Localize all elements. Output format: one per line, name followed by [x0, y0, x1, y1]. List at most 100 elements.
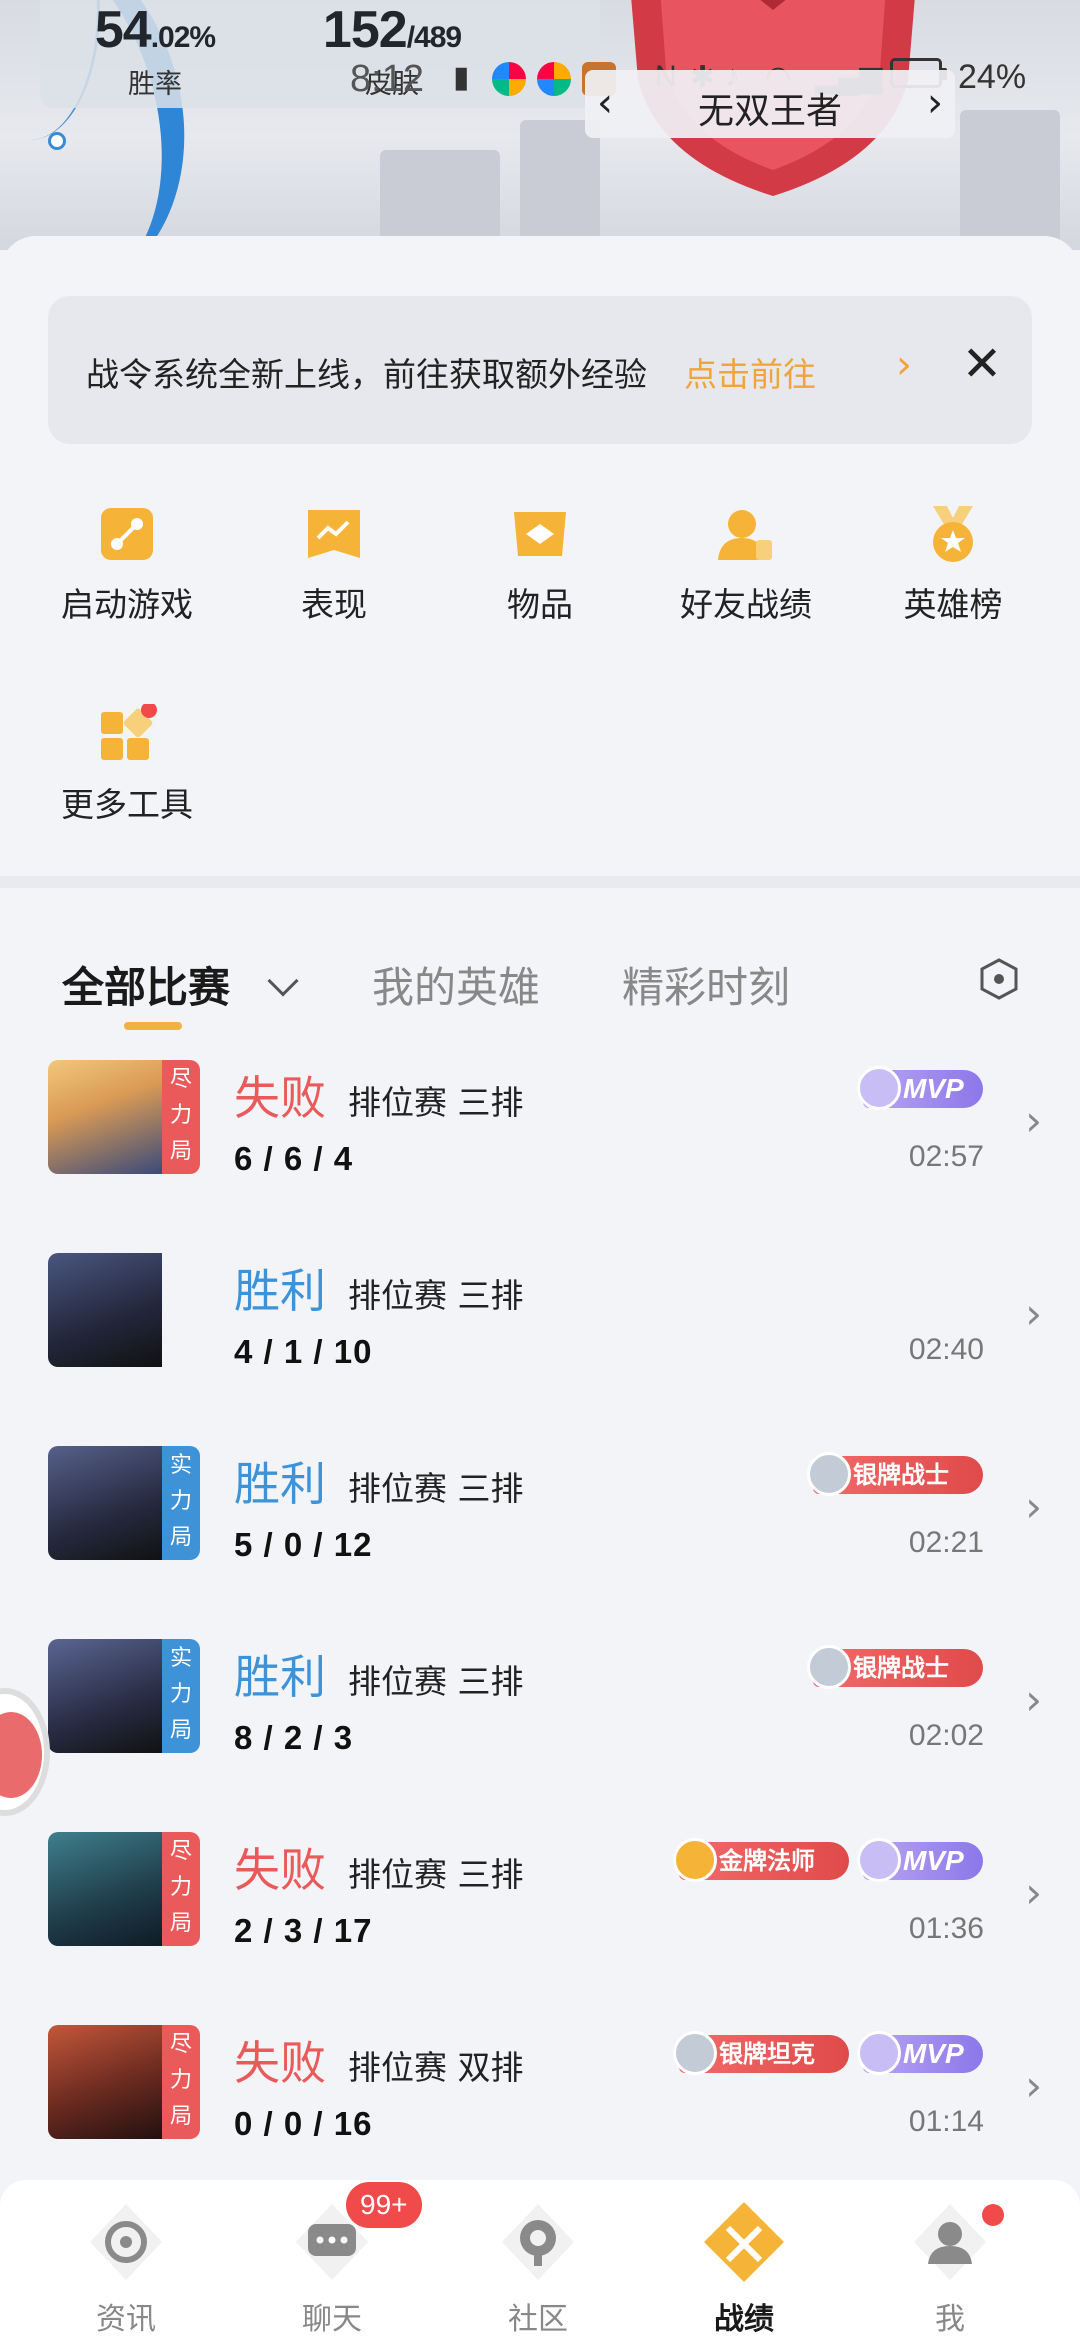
match-row[interactable]: 尽力局 失败 排位赛 三排 6 / 6 / 4 02:57 › MVP — [0, 1060, 1080, 1252]
chevron-right-icon[interactable]: › — [927, 80, 943, 126]
tool-label: 更多工具 — [61, 785, 193, 824]
chevron-right-icon[interactable]: › — [1025, 1096, 1042, 1145]
hero-portrait — [48, 1060, 162, 1174]
match-row[interactable]: 实力局 胜利 排位赛 三排 5 / 0 / 12 02:21 › 银牌战士 — [0, 1446, 1080, 1638]
tool-label: 英雄榜 — [903, 585, 1003, 624]
honor-badge: 银牌战士 — [807, 1452, 983, 1496]
battle-pass-notice[interactable]: 战令系统全新上线，前往获取额外经验 点击前往 › ✕ — [48, 296, 1032, 444]
match-mode: 排位赛 双排 — [348, 2048, 524, 2087]
community-icon — [502, 2204, 574, 2280]
tool-label: 启动游戏 — [61, 585, 193, 624]
nav-news[interactable]: 资讯 — [18, 2180, 234, 2340]
match-result: 胜利 — [234, 1457, 326, 1511]
nav-label: 社区 — [508, 2302, 568, 2337]
chevron-right-icon[interactable]: › — [1025, 1868, 1042, 1917]
win-rate-decimal: .02% — [150, 21, 216, 54]
tool-label: 物品 — [507, 585, 573, 624]
notification-dot — [982, 2204, 1004, 2226]
match-quality-tag: 实力局 — [162, 1639, 200, 1753]
tool-performance[interactable]: 表现 — [234, 504, 434, 626]
match-result: 胜利 — [234, 1650, 326, 1704]
items-icon — [510, 504, 570, 564]
nav-label: 我 — [935, 2302, 965, 2337]
match-kda: 6 / 6 / 4 — [234, 1140, 354, 1177]
badge-text: MVP — [903, 2038, 964, 2069]
tab-all-matches[interactable]: 全部比赛 — [62, 954, 230, 1015]
match-kda: 0 / 0 / 16 — [234, 2105, 373, 2142]
match-kda: 5 / 0 / 12 — [234, 1526, 373, 1563]
tool-label: 好友战绩 — [680, 585, 812, 624]
hero-portrait — [48, 1832, 162, 1946]
match-mode: 排位赛 三排 — [348, 1855, 524, 1894]
tool-friends-record[interactable]: 好友战绩 — [646, 504, 846, 626]
badge-text: MVP — [903, 1073, 964, 1104]
badge-medal-icon — [673, 2031, 717, 2075]
match-row[interactable]: 胜利 排位赛 三排 4 / 1 / 10 02:40 › — [0, 1253, 1080, 1445]
hero-avatar: 实力局 — [48, 1446, 200, 1560]
nav-community[interactable]: 社区 — [430, 2180, 646, 2340]
match-duration: 02:40 — [908, 1333, 984, 1366]
badge-text: MVP — [903, 1845, 964, 1876]
badge-text: 银牌坦克 — [719, 2040, 815, 2068]
nav-label: 战绩 — [714, 2302, 774, 2337]
chevron-right-icon[interactable]: › — [1025, 1675, 1042, 1724]
nav-battle-record[interactable]: 战绩 — [636, 2180, 852, 2340]
clock: 8:12 — [350, 58, 424, 100]
hero-avatar: 尽力局 — [48, 1060, 200, 1174]
tool-more[interactable]: 更多工具 — [27, 702, 227, 826]
badge-medal-icon — [857, 1838, 901, 1882]
match-result: 失败 — [234, 1071, 326, 1125]
chevron-right-icon[interactable]: › — [1025, 1482, 1042, 1531]
match-duration: 02:57 — [908, 1140, 984, 1173]
nav-profile[interactable]: 我 — [842, 2180, 1058, 2340]
match-result: 胜利 — [234, 1264, 326, 1318]
tool-launch-game[interactable]: 启动游戏 — [27, 504, 227, 626]
background-building — [380, 150, 500, 250]
battery-percent: 24% — [958, 58, 1027, 96]
match-quality-tag: 尽力局 — [162, 1060, 200, 1174]
hero-avatar: 实力局 — [48, 1639, 200, 1753]
decorative-dot — [48, 132, 66, 150]
hero-portrait — [48, 1446, 162, 1560]
match-duration: 02:21 — [908, 1526, 984, 1559]
bottom-navigation: 资讯 99+ 聊天 社区 战绩 我 — [0, 2180, 1080, 2340]
badge-medal-icon — [857, 1066, 901, 1110]
tab-my-heroes[interactable]: 我的英雄 — [372, 954, 540, 1015]
hero-ranking-medal-icon — [923, 504, 983, 564]
match-mode: 排位赛 三排 — [348, 1276, 524, 1315]
match-quality-tag: 尽力局 — [162, 2025, 200, 2139]
chevron-right-icon[interactable]: › — [1025, 1289, 1042, 1338]
match-kda: 2 / 3 / 17 — [234, 1912, 373, 1949]
friends-record-icon — [716, 504, 776, 564]
match-result: 失败 — [234, 2036, 326, 2090]
active-tab-indicator — [124, 1022, 182, 1030]
notice-action-link[interactable]: 点击前往 — [684, 348, 816, 396]
honor-badge: 金牌法师 — [673, 1838, 849, 1882]
settings-hex-icon[interactable] — [978, 958, 1020, 1000]
match-quality-tag: 尽力局 — [162, 1832, 200, 1946]
badge-text: 银牌战士 — [853, 1654, 949, 1682]
more-tools-icon — [97, 702, 157, 764]
close-icon[interactable]: ✕ — [952, 334, 1012, 394]
section-divider — [0, 876, 1080, 888]
chevron-right-icon[interactable]: › — [1025, 2061, 1042, 2110]
battle-record-icon — [704, 2202, 784, 2282]
background-building — [520, 120, 600, 250]
match-duration: 01:36 — [908, 1912, 984, 1945]
match-mode: 排位赛 三排 — [348, 1083, 524, 1122]
nav-chat[interactable]: 99+ 聊天 — [224, 2180, 440, 2340]
match-row[interactable]: 实力局 胜利 排位赛 三排 8 / 2 / 3 02:02 › 银牌战士 — [0, 1639, 1080, 1831]
tab-highlights[interactable]: 精彩时刻 — [622, 954, 790, 1015]
chevron-right-icon[interactable]: › — [896, 342, 912, 388]
tool-items[interactable]: 物品 — [440, 504, 640, 626]
match-row[interactable]: 尽力局 失败 排位赛 三排 2 / 3 / 17 01:36 › MVP 金牌法师 — [0, 1832, 1080, 2024]
honor-badge: 银牌战士 — [807, 1645, 983, 1689]
rank-selector[interactable]: ‹ 无双王者 › — [585, 70, 955, 138]
match-tabs: 全部比赛 我的英雄 精彩时刻 — [0, 936, 1080, 1036]
tool-hero-ranking[interactable]: 英雄榜 — [853, 504, 1053, 626]
win-rate-value: 54 — [94, 1, 152, 59]
badge-medal-icon — [807, 1645, 851, 1689]
launch-game-icon — [97, 504, 157, 564]
skins-total: /489 — [406, 21, 462, 54]
match-duration: 02:02 — [908, 1719, 984, 1752]
